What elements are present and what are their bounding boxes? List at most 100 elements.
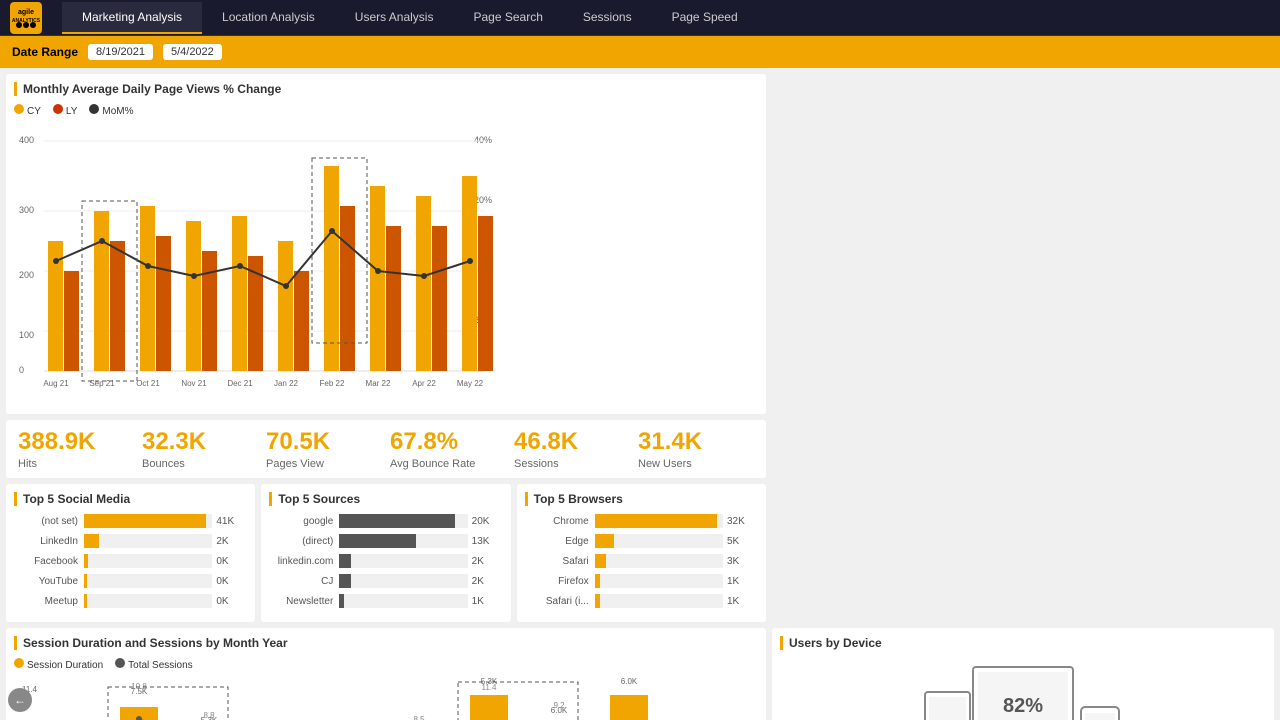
svg-text:40%: 40% (474, 135, 492, 145)
legend-mom: MoM% (102, 106, 133, 117)
legend-cy: CY (27, 106, 41, 117)
browser-label-3: Firefox (525, 576, 595, 587)
legend-total-sessions: Total Sessions (128, 660, 192, 671)
source-row-1: (direct) 13K (269, 534, 502, 548)
browser-label-0: Chrome (525, 516, 595, 527)
sources-panel: Top 5 Sources google 20K (direct) 13K li… (261, 484, 510, 622)
session-chart-title: Session Duration and Sessions by Month Y… (14, 636, 758, 650)
date-start[interactable]: 8/19/2021 (88, 44, 153, 60)
svg-text:100: 100 (19, 330, 34, 340)
browser-label-2: Safari (525, 556, 595, 567)
back-button[interactable]: ← (8, 688, 32, 712)
source-bar-3 (339, 574, 467, 588)
device-illustration: 82% 18% 1% (923, 662, 1123, 720)
session-legend: Session Duration Total Sessions (14, 658, 758, 671)
browsers-panel: Top 5 Browsers Chrome 32K Edge 5K Safari… (517, 484, 766, 622)
browser-label-1: Edge (525, 536, 595, 547)
source-value-2: 2K (468, 556, 503, 567)
kpi-hits-label: Hits (18, 458, 134, 470)
date-end[interactable]: 5/4/2022 (163, 44, 222, 60)
social-label-0: (not set) (14, 516, 84, 527)
sources-title: Top 5 Sources (269, 492, 502, 506)
browser-row-4: Safari (i... 1K (525, 594, 758, 608)
browser-bar-0 (595, 514, 723, 528)
social-media-panel: Top 5 Social Media (not set) 41K LinkedI… (6, 484, 255, 622)
kpi-hits-value: 388.9K (18, 428, 134, 456)
kpi-sessions: 46.8K Sessions (514, 428, 630, 470)
social-row-0: (not set) 41K (14, 514, 247, 528)
kpi-pages-label: Pages View (266, 458, 382, 470)
logo-icon: agile ANALYTICS (10, 2, 42, 34)
source-bar-0 (339, 514, 467, 528)
source-label-2: linkedin.com (269, 556, 339, 567)
svg-text:Mar 22: Mar 22 (366, 379, 391, 388)
social-row-3: YouTube 0K (14, 574, 247, 588)
svg-text:6.0K: 6.0K (621, 677, 638, 686)
source-bar-1 (339, 534, 467, 548)
social-label-4: Meetup (14, 596, 84, 607)
source-row-3: CJ 2K (269, 574, 502, 588)
social-value-2: 0K (212, 556, 247, 567)
browser-label-4: Safari (i... (525, 596, 595, 607)
social-row-4: Meetup 0K (14, 594, 247, 608)
source-bar-2 (339, 554, 467, 568)
browser-row-2: Safari 3K (525, 554, 758, 568)
kpi-bounce-rate-label: Avg Bounce Rate (390, 458, 506, 470)
svg-text:9.2: 9.2 (553, 701, 565, 710)
social-value-4: 0K (212, 596, 247, 607)
users-device-title: Users by Device (780, 636, 1266, 650)
source-row-4: Newsletter 1K (269, 594, 502, 608)
kpi-new-users: 31.4K New Users (638, 428, 754, 470)
svg-text:0: 0 (19, 365, 24, 375)
date-range-label: Date Range (12, 45, 78, 59)
kpi-pages-view: 70.5K Pages View (266, 428, 382, 470)
svg-text:Oct 21: Oct 21 (136, 379, 160, 388)
social-label-3: YouTube (14, 576, 84, 587)
nav-sessions[interactable]: Sessions (563, 2, 652, 34)
nav-location[interactable]: Location Analysis (202, 2, 335, 34)
kpi-pages-value: 70.5K (266, 428, 382, 456)
nav-page-speed[interactable]: Page Speed (652, 2, 758, 34)
header: agile ANALYTICS Marketing Analysis Locat… (0, 0, 1280, 36)
nav-users[interactable]: Users Analysis (335, 2, 454, 34)
browser-value-0: 32K (723, 516, 758, 527)
kpi-bounces-value: 32.3K (142, 428, 258, 456)
nav-marketing[interactable]: Marketing Analysis (62, 2, 202, 34)
kpi-new-users-value: 31.4K (638, 428, 754, 456)
svg-text:8.8: 8.8 (203, 711, 215, 720)
users-device-panel: Users by Device 82% 18% (772, 628, 1274, 720)
social-media-title: Top 5 Social Media (14, 492, 247, 506)
browser-value-1: 5K (723, 536, 758, 547)
social-label-2: Facebook (14, 556, 84, 567)
source-value-1: 13K (468, 536, 503, 547)
browser-bar-1 (595, 534, 723, 548)
source-label-1: (direct) (269, 536, 339, 547)
svg-text:200: 200 (19, 270, 34, 280)
date-range-bar: Date Range 8/19/2021 5/4/2022 (0, 36, 1280, 68)
social-bar-2 (84, 554, 212, 568)
browser-bar-4 (595, 594, 723, 608)
social-row-1: LinkedIn 2K (14, 534, 247, 548)
browser-value-4: 1K (723, 596, 758, 607)
svg-text:Feb 22: Feb 22 (320, 379, 345, 388)
social-value-1: 2K (212, 536, 247, 547)
session-chart-panel: Session Duration and Sessions by Month Y… (6, 628, 766, 720)
browsers-title: Top 5 Browsers (525, 492, 758, 506)
svg-text:Aug 21: Aug 21 (43, 379, 69, 388)
source-value-0: 20K (468, 516, 503, 527)
monthly-legend: CY LY MoM% (14, 104, 758, 117)
source-row-2: linkedin.com 2K (269, 554, 502, 568)
browser-value-3: 1K (723, 576, 758, 587)
source-label-3: CJ (269, 576, 339, 587)
svg-text:Nov 21: Nov 21 (181, 379, 207, 388)
kpi-new-users-label: New Users (638, 458, 754, 470)
browser-bar-2 (595, 554, 723, 568)
browser-value-2: 3K (723, 556, 758, 567)
nav-page-search[interactable]: Page Search (453, 2, 562, 34)
svg-text:agile: agile (18, 9, 34, 16)
svg-text:300: 300 (19, 205, 34, 215)
social-label-1: LinkedIn (14, 536, 84, 547)
source-label-0: google (269, 516, 339, 527)
social-row-2: Facebook 0K (14, 554, 247, 568)
session-chart-svg: 11.4 7.5 3.4 1.9K 3.4 7.5K 10.8 (14, 677, 754, 720)
